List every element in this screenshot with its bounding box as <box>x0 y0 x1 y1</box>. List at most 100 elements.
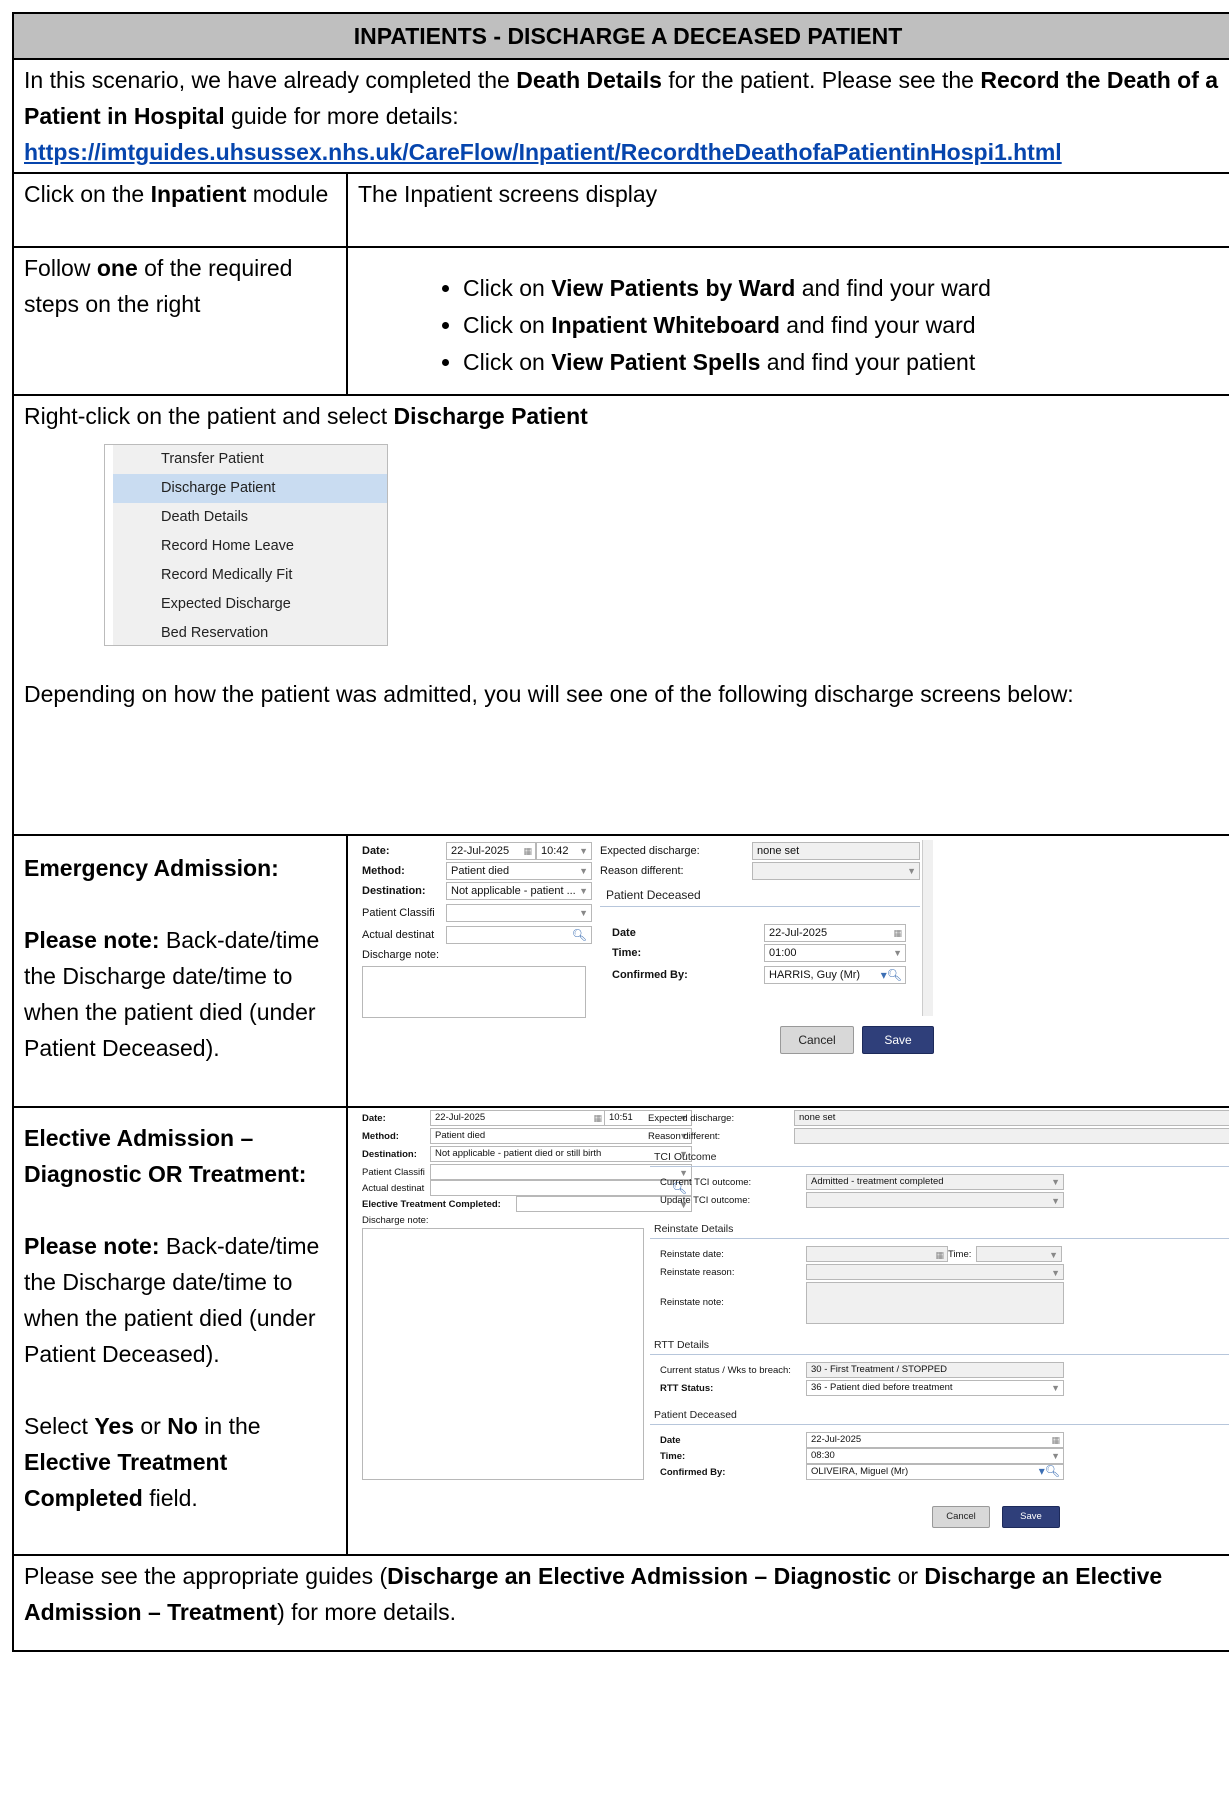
death-time-field[interactable]: 08:30 ▼ <box>806 1448 1064 1464</box>
reinstate-time-label: Time: <box>948 1249 972 1260</box>
reason-different-select[interactable]: ▼ <box>752 862 920 880</box>
reason-different-select[interactable]: ▼ <box>794 1128 1229 1144</box>
discharge-note-textarea[interactable] <box>362 966 586 1018</box>
death-date-value: 22-Jul-2025 <box>769 927 828 939</box>
menu-item-record-medically-fit[interactable]: Record Medically Fit <box>105 561 387 590</box>
rtt-status-select[interactable]: 36 - Patient died before treatment ▼ <box>806 1380 1064 1396</box>
menu-item-expected-discharge[interactable]: Expected Discharge <box>105 590 387 619</box>
menu-item-death-details[interactable]: Death Details <box>105 503 387 532</box>
destination-label: Destination: <box>362 885 426 897</box>
discharge-date-field[interactable]: 22-Jul-2025 ▦ <box>430 1110 606 1126</box>
no-bold: No <box>167 1413 198 1439</box>
date-value: 22-Jul-2025 <box>435 1112 486 1123</box>
chevron-down-icon[interactable]: ▼ <box>1049 1247 1058 1261</box>
save-button[interactable]: Save <box>1002 1506 1060 1528</box>
rtt-details-section: RTT Details <box>654 1339 710 1351</box>
date-label: Date: <box>362 1113 386 1124</box>
search-icon[interactable]: ▾🔍︎ <box>881 967 902 983</box>
expected-discharge-label: Expected discharge: <box>648 1113 735 1124</box>
step-text-2: module <box>246 181 329 207</box>
step-item: Click on View Patients by Ward and find … <box>463 270 1229 307</box>
chevron-down-icon[interactable]: ▼ <box>579 863 588 879</box>
update-tci-select[interactable]: ▼ <box>806 1192 1064 1208</box>
expected-discharge-label: Expected discharge: <box>600 845 700 857</box>
menu-item-record-home-leave[interactable]: Record Home Leave <box>105 532 387 561</box>
confirmed-by-field[interactable]: HARRIS, Guy (Mr) ▾🔍︎ <box>764 966 906 984</box>
chevron-down-icon[interactable]: ▼ <box>907 863 916 879</box>
step-item: Click on View Patient Spells and find yo… <box>463 344 1229 381</box>
chevron-down-icon[interactable]: ▼ <box>1051 1265 1060 1279</box>
cancel-button[interactable]: Cancel <box>932 1506 990 1528</box>
elective-screen-cell: Date: 22-Jul-2025 ▦ 10:51 ▼ Method: Patien… <box>346 1106 1229 1556</box>
menu-item-transfer-patient[interactable]: Transfer Patient <box>105 445 387 474</box>
section-divider <box>650 1354 1229 1355</box>
footer-cell: Please see the appropriate guides (Disch… <box>12 1554 1229 1652</box>
note-label: Please note: <box>24 1233 160 1259</box>
confirmed-by-value: OLIVEIRA, Miguel (Mr) <box>811 1466 909 1477</box>
expected-discharge-field: none set <box>752 842 920 860</box>
search-icon[interactable]: 🔍︎ <box>572 927 587 943</box>
patient-class-select[interactable]: ▼ <box>446 904 592 922</box>
discharge-note-textarea[interactable] <box>362 1228 644 1480</box>
guide-table: INPATIENTS - DISCHARGE A DECEASED PATIEN… <box>12 12 1229 1652</box>
chevron-down-icon[interactable]: ▼ <box>579 883 588 899</box>
discharge-date-field[interactable]: 22-Jul-2025 ▦ <box>446 842 536 860</box>
chevron-down-icon[interactable]: ▼ <box>1051 1193 1060 1207</box>
death-date-field[interactable]: 22-Jul-2025 ▦ <box>764 924 906 942</box>
calendar-icon[interactable]: ▦ <box>593 1111 602 1125</box>
discharge-screens-note: Depending on how the patient was admitte… <box>24 681 1074 707</box>
reinstate-note-label: Reinstate note: <box>660 1297 724 1308</box>
step-item-text: Click on <box>463 349 552 375</box>
guide-title: INPATIENTS - DISCHARGE A DECEASED PATIEN… <box>12 12 1229 60</box>
step-right-click: Right-click on the patient and select Di… <box>12 394 1229 836</box>
death-time-value: 01:00 <box>769 947 797 959</box>
chevron-down-icon[interactable]: ▼ <box>579 905 588 921</box>
save-button[interactable]: Save <box>862 1026 934 1054</box>
actual-destination-field[interactable]: 🔍︎ <box>430 1180 692 1196</box>
menu-item-discharge-patient[interactable]: Discharge Patient <box>105 474 387 503</box>
destination-select[interactable]: Not applicable - patient died or still b… <box>430 1146 692 1162</box>
reinstate-reason-select[interactable]: ▼ <box>806 1264 1064 1280</box>
confirmed-by-label: Confirmed By: <box>660 1467 726 1478</box>
calendar-icon[interactable]: ▦ <box>935 1247 944 1261</box>
death-date-field[interactable]: 22-Jul-2025 ▦ <box>806 1432 1064 1448</box>
menu-item-bed-reservation[interactable]: Bed Reservation <box>105 619 387 645</box>
calendar-icon[interactable]: ▦ <box>1051 1433 1060 1447</box>
step-item-bold: View Patients by Ward <box>551 275 796 301</box>
cancel-button[interactable]: Cancel <box>780 1026 854 1054</box>
calendar-icon[interactable]: ▦ <box>893 925 902 941</box>
reinstate-note-textarea[interactable] <box>806 1282 1064 1324</box>
reinstate-date-field[interactable]: ▦ <box>806 1246 948 1262</box>
discharge-note-label: Discharge note: <box>362 1215 429 1226</box>
chevron-down-icon[interactable]: ▼ <box>1051 1381 1060 1395</box>
death-date-label: Date <box>612 927 636 939</box>
footer-text-2: or <box>891 1563 925 1589</box>
step-inpatient-module: Click on the Inpatient module <box>12 172 348 248</box>
elective-discharge-form: Date: 22-Jul-2025 ▦ 10:51 ▼ Method: Patien… <box>360 1110 1229 1550</box>
death-time-field[interactable]: 01:00 ▼ <box>764 944 906 962</box>
reason-different-label: Reason different: <box>600 865 684 877</box>
form-scrollbar[interactable] <box>922 840 933 1016</box>
discharge-time-field[interactable]: 10:42 ▼ <box>536 842 592 860</box>
chevron-down-icon[interactable]: ▼ <box>893 945 902 961</box>
actual-destination-field[interactable]: 🔍︎ <box>446 926 592 944</box>
calendar-icon[interactable]: ▦ <box>523 843 532 859</box>
patient-class-label: Patient Classifi <box>362 1167 425 1178</box>
step-bold: Inpatient <box>150 181 247 207</box>
section-divider <box>650 1166 1229 1167</box>
in-the-text: in the <box>197 1413 261 1439</box>
chevron-down-icon[interactable]: ▼ <box>1051 1449 1060 1463</box>
search-icon[interactable]: ▾🔍︎ <box>1039 1465 1060 1478</box>
reinstate-time-field[interactable]: ▼ <box>976 1246 1062 1262</box>
intro-text: In this scenario, we have already comple… <box>24 67 517 93</box>
time-value: 10:51 <box>609 1112 633 1123</box>
confirmed-by-field[interactable]: OLIVEIRA, Miguel (Mr) ▾🔍︎ <box>806 1464 1064 1480</box>
guide-link[interactable]: https://imtguides.uhsussex.nhs.uk/CareFl… <box>24 139 1062 165</box>
patient-deceased-section: Patient Deceased <box>654 1409 737 1421</box>
chevron-down-icon[interactable]: ▼ <box>579 843 588 859</box>
step-item-suffix: and find your patient <box>760 349 976 375</box>
reason-different-label: Reason different: <box>648 1131 721 1142</box>
reinstate-details-section: Reinstate Details <box>654 1223 734 1235</box>
method-select[interactable]: Patient died ▼ <box>446 862 592 880</box>
destination-select[interactable]: Not applicable - patient ... ▼ <box>446 882 592 900</box>
